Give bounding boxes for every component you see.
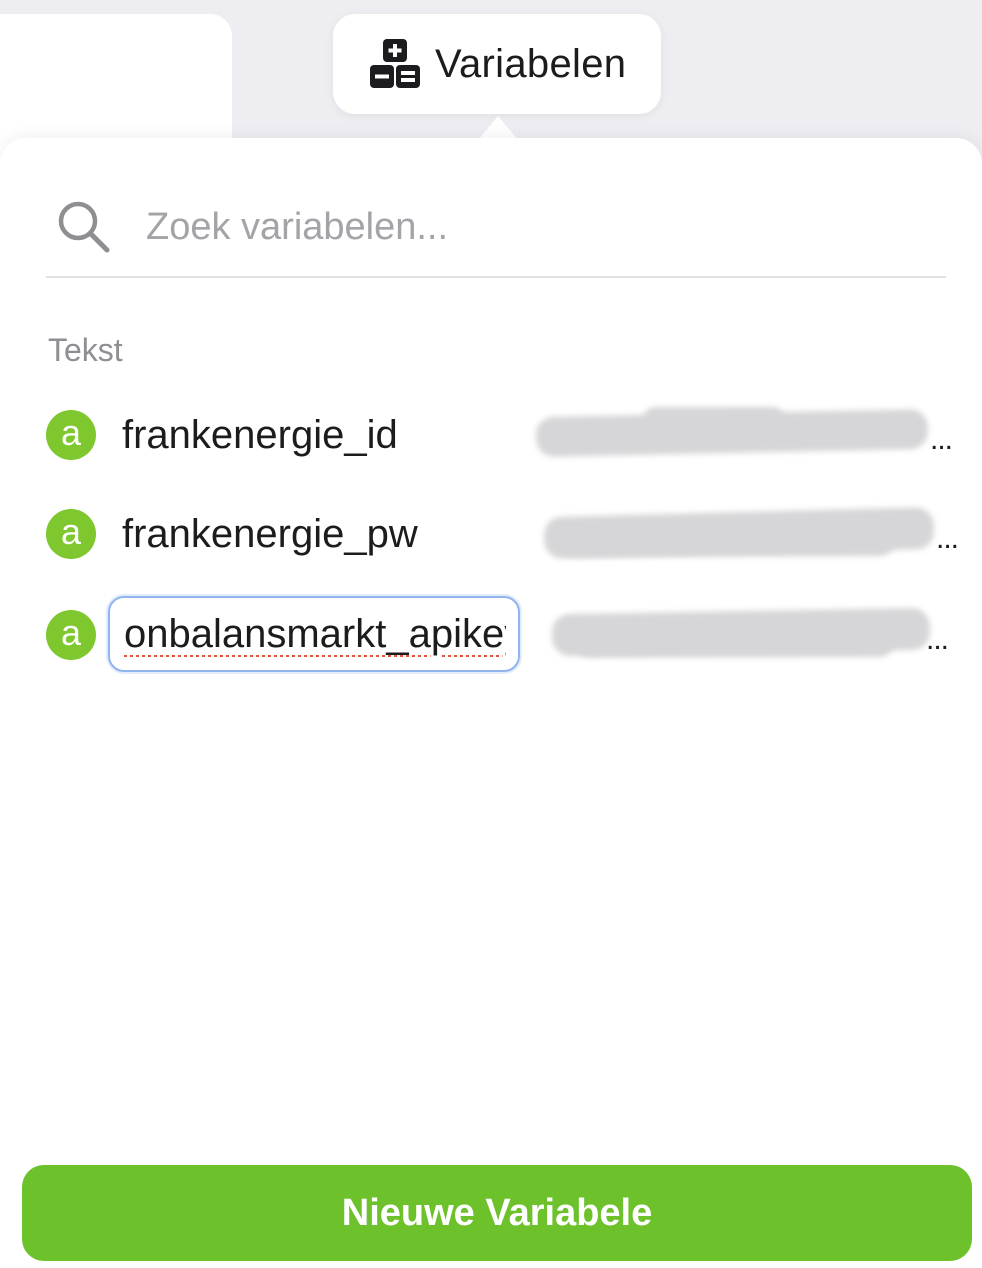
value-ellipsis: ... bbox=[925, 623, 949, 656]
variable-value-redacted: ... bbox=[534, 605, 949, 665]
value-ellipsis: ... bbox=[935, 522, 959, 555]
variable-row[interactable]: a frankenergie_pw ... bbox=[46, 494, 959, 574]
variables-tab-button[interactable]: Variabelen bbox=[333, 14, 661, 114]
search-bar bbox=[46, 178, 946, 278]
variable-row-editing[interactable]: a ... bbox=[46, 595, 949, 675]
variable-name: frankenergie_pw bbox=[122, 511, 418, 556]
search-icon bbox=[58, 201, 110, 253]
calculator-icon bbox=[370, 39, 420, 88]
search-input[interactable] bbox=[146, 205, 846, 249]
value-ellipsis: ... bbox=[929, 423, 953, 456]
section-header-tekst: Tekst bbox=[48, 332, 123, 368]
text-type-badge: a bbox=[46, 610, 96, 660]
text-type-badge: a bbox=[46, 509, 96, 559]
popover-pointer bbox=[478, 116, 518, 140]
new-variable-button[interactable]: Nieuwe Variabele bbox=[22, 1165, 972, 1261]
variables-tab-label: Variabelen bbox=[435, 41, 627, 86]
variable-row[interactable]: a frankenergie_id ... bbox=[46, 395, 953, 475]
variables-popover: Tekst a frankenergie_id ... a frankenerg… bbox=[0, 138, 982, 1268]
variable-value-redacted: ... bbox=[534, 405, 953, 465]
variable-name-input[interactable] bbox=[108, 596, 520, 672]
variable-value-redacted: ... bbox=[534, 504, 959, 564]
variable-name: frankenergie_id bbox=[122, 412, 398, 457]
text-type-badge: a bbox=[46, 410, 96, 460]
variables-screen: Variabelen Tekst a frankenergie_id ... a… bbox=[0, 0, 982, 1268]
